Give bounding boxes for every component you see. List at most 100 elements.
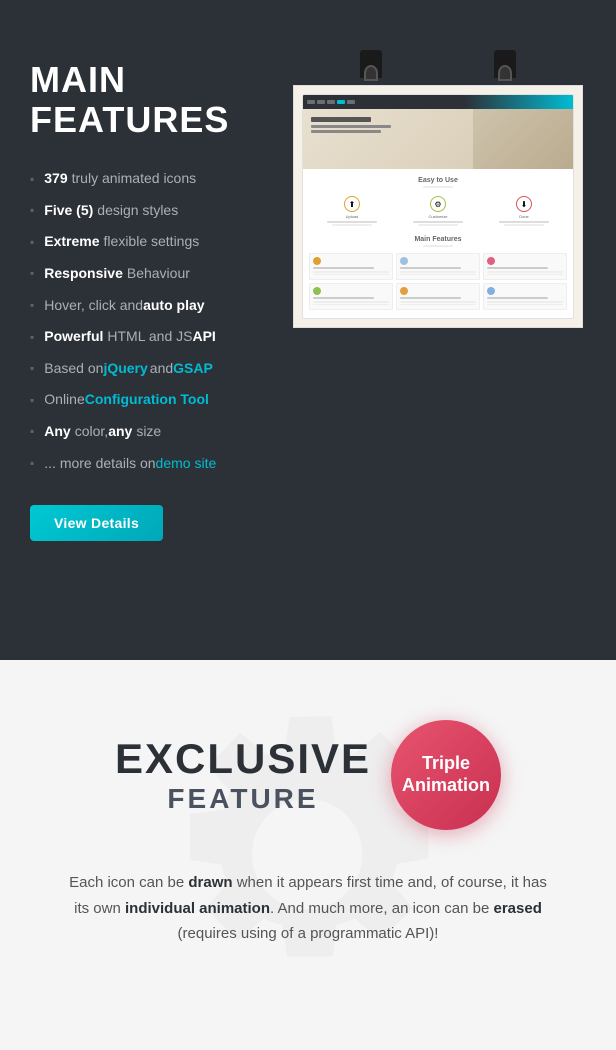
nav-dot-active — [337, 100, 345, 104]
hero-subtitle-line — [311, 125, 391, 128]
icon-label: Done — [499, 214, 549, 219]
icon-line — [327, 221, 377, 223]
exclusive-line1: EXCLUSIVE — [115, 735, 371, 783]
feature-bold: API — [192, 327, 215, 347]
badge-line2: Animation — [402, 775, 490, 797]
mockup-browser: Easy to Use ⬆ Upload ⚙ — [302, 94, 574, 319]
feature-bold: 379 — [44, 169, 67, 189]
feature-text: Online — [44, 390, 84, 410]
mockup-icon-item: ⚙ Customize — [413, 196, 463, 226]
feature-title — [313, 267, 374, 269]
feature-text: color, — [75, 422, 108, 442]
demo-site-link[interactable]: demo site — [156, 454, 217, 474]
feature-icon — [313, 287, 321, 295]
list-item: 379 truly animated icons — [30, 169, 270, 189]
top-section: MAINFEATURES 379 truly animated icons Fi… — [0, 0, 616, 660]
exclusive-section: EXCLUSIVE FEATURE Triple Animation — [40, 720, 576, 830]
feature-text: design styles — [97, 201, 178, 221]
exclusive-line2: FEATURE — [115, 783, 371, 815]
triple-animation-badge: Triple Animation — [391, 720, 501, 830]
feature-text — [487, 271, 563, 273]
feature-text: HTML and JS — [107, 327, 192, 347]
view-details-button[interactable]: View Details — [30, 505, 163, 541]
list-item: Hover, click and auto play — [30, 296, 270, 316]
mockup-icon-item: ⬇ Done — [499, 196, 549, 226]
text-drawn: drawn — [188, 874, 232, 891]
feature-text — [313, 274, 389, 276]
feature-text: ... more details on — [44, 454, 155, 474]
mockup-hero-text — [311, 117, 391, 133]
bottom-section: EXCLUSIVE FEATURE Triple Animation Each … — [0, 660, 616, 1050]
icon-subline — [332, 224, 372, 226]
feature-text: and — [150, 359, 173, 379]
feature-title — [400, 297, 461, 299]
feature-icon — [400, 287, 408, 295]
feature-text: flexible settings — [104, 232, 200, 252]
mockup-icon-item: ⬆ Upload — [327, 196, 377, 226]
divider — [423, 245, 453, 247]
feature-icon — [487, 257, 495, 265]
features-right: Easy to Use ⬆ Upload ⚙ — [290, 60, 586, 328]
text-individual: individual animation — [125, 900, 270, 917]
mockup-icon-circle: ⚙ — [430, 196, 446, 212]
feature-bold: Powerful — [44, 327, 103, 347]
feature-card — [396, 253, 480, 280]
list-item: Based on jQuery and GSAP — [30, 359, 270, 379]
text-erased: erased — [493, 900, 541, 917]
feature-text: Hover, click and — [44, 296, 143, 316]
feature-bold: Any — [44, 422, 70, 442]
feature-list: 379 truly animated icons Five (5) design… — [30, 169, 270, 473]
feature-text — [400, 271, 476, 273]
feature-text — [487, 304, 563, 306]
list-item: ... more details on demo site — [30, 454, 270, 474]
feature-icon — [400, 257, 408, 265]
mockup-icon-circle: ⬆ — [344, 196, 360, 212]
mockup-icons-grid: ⬆ Upload ⚙ Customize — [303, 192, 573, 232]
nav-dot — [317, 100, 325, 104]
feature-bold: Responsive — [44, 264, 123, 284]
feature-card — [309, 253, 393, 280]
list-item: Online Configuration Tool — [30, 390, 270, 410]
feature-bold: Five (5) — [44, 201, 93, 221]
icon-line — [499, 221, 549, 223]
feature-text — [313, 304, 389, 306]
feature-text — [400, 301, 476, 303]
feature-bold: GSAP — [173, 359, 213, 379]
hero-title-line — [311, 117, 371, 122]
feature-bold: any — [108, 422, 132, 442]
mockup-hero — [303, 109, 573, 169]
mockup-features-title: Main Features — [303, 232, 573, 245]
feature-text — [313, 301, 389, 303]
icon-label: Customize — [413, 214, 463, 219]
icon-line — [413, 221, 463, 223]
feature-card — [396, 283, 480, 310]
feature-bold: auto play — [143, 296, 204, 316]
icon-label: Upload — [327, 214, 377, 219]
exclusive-title: EXCLUSIVE FEATURE — [115, 735, 371, 815]
poster-image: Easy to Use ⬆ Upload ⚙ — [293, 85, 583, 328]
feature-bold: Configuration Tool — [85, 390, 209, 410]
feature-text: truly animated icons — [72, 169, 197, 189]
main-title: MAINFEATURES — [30, 60, 270, 139]
feature-text — [400, 274, 476, 276]
nav-dot — [347, 100, 355, 104]
feature-text — [400, 304, 476, 306]
mockup-icon-circle: ⬇ — [516, 196, 532, 212]
hero-subtitle-line — [311, 130, 381, 133]
mockup-features-grid — [303, 251, 573, 318]
mockup-section-title: Easy to Use — [303, 169, 573, 186]
feature-bold: jQuery — [103, 359, 147, 379]
feature-title — [487, 297, 548, 299]
feature-title — [313, 297, 374, 299]
feature-icon — [313, 257, 321, 265]
feature-title — [400, 267, 461, 269]
list-item: Any color, any size — [30, 422, 270, 442]
main-features-container: MAINFEATURES 379 truly animated icons Fi… — [0, 40, 616, 541]
feature-text — [487, 274, 563, 276]
feature-card — [483, 253, 567, 280]
features-left: MAINFEATURES 379 truly animated icons Fi… — [30, 60, 270, 541]
feature-text — [487, 301, 563, 303]
exclusive-description: Each icon can be drawn when it appears f… — [68, 870, 548, 947]
nav-dot — [307, 100, 315, 104]
mockup-header — [303, 95, 573, 109]
